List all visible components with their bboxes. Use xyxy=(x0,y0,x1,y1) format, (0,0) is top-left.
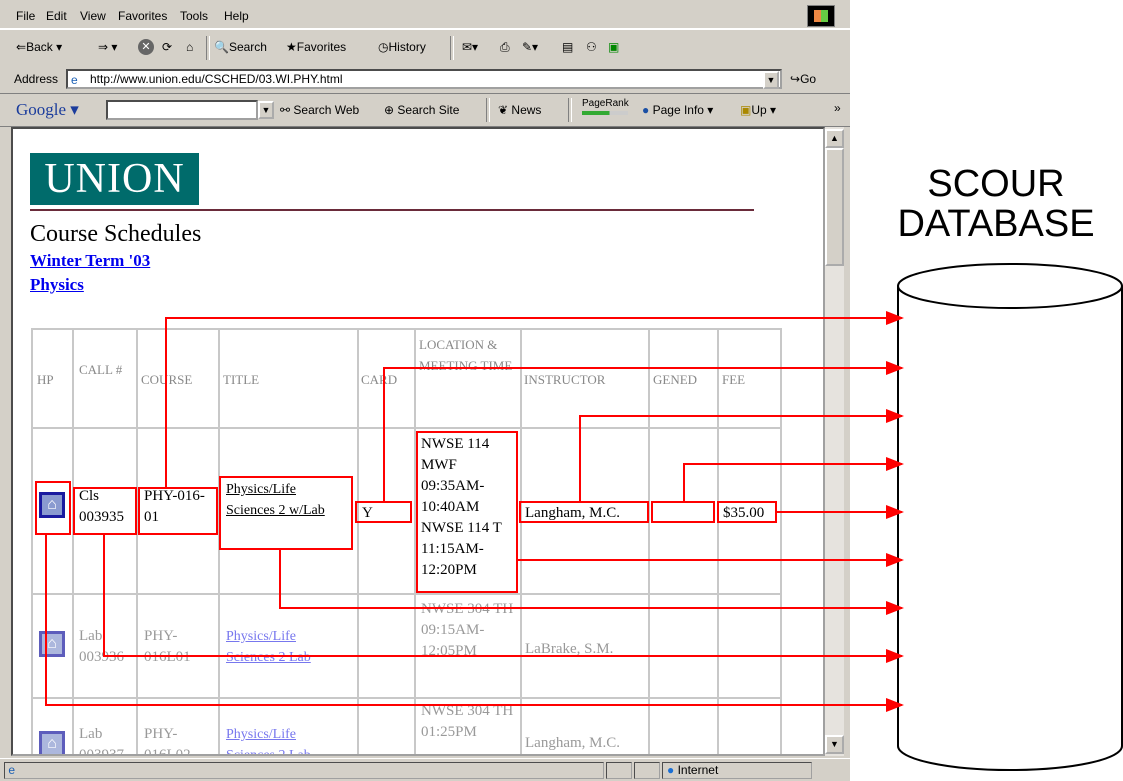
highlight-instructor xyxy=(519,501,649,523)
arrow-title xyxy=(279,549,904,615)
highlight-call xyxy=(73,487,137,535)
arrow-instructor xyxy=(579,409,904,502)
highlight-hp xyxy=(35,481,71,535)
highlight-gened xyxy=(651,501,715,523)
arrow-gened xyxy=(683,457,904,502)
arrow-course xyxy=(165,311,904,488)
highlight-course xyxy=(138,487,218,535)
mapping-arrows xyxy=(35,311,904,712)
arrow-call xyxy=(103,534,904,663)
highlight-fee xyxy=(717,501,777,523)
highlight-card xyxy=(355,501,412,523)
highlight-location xyxy=(416,431,518,593)
arrow-card xyxy=(383,361,904,502)
highlight-title xyxy=(219,476,353,550)
